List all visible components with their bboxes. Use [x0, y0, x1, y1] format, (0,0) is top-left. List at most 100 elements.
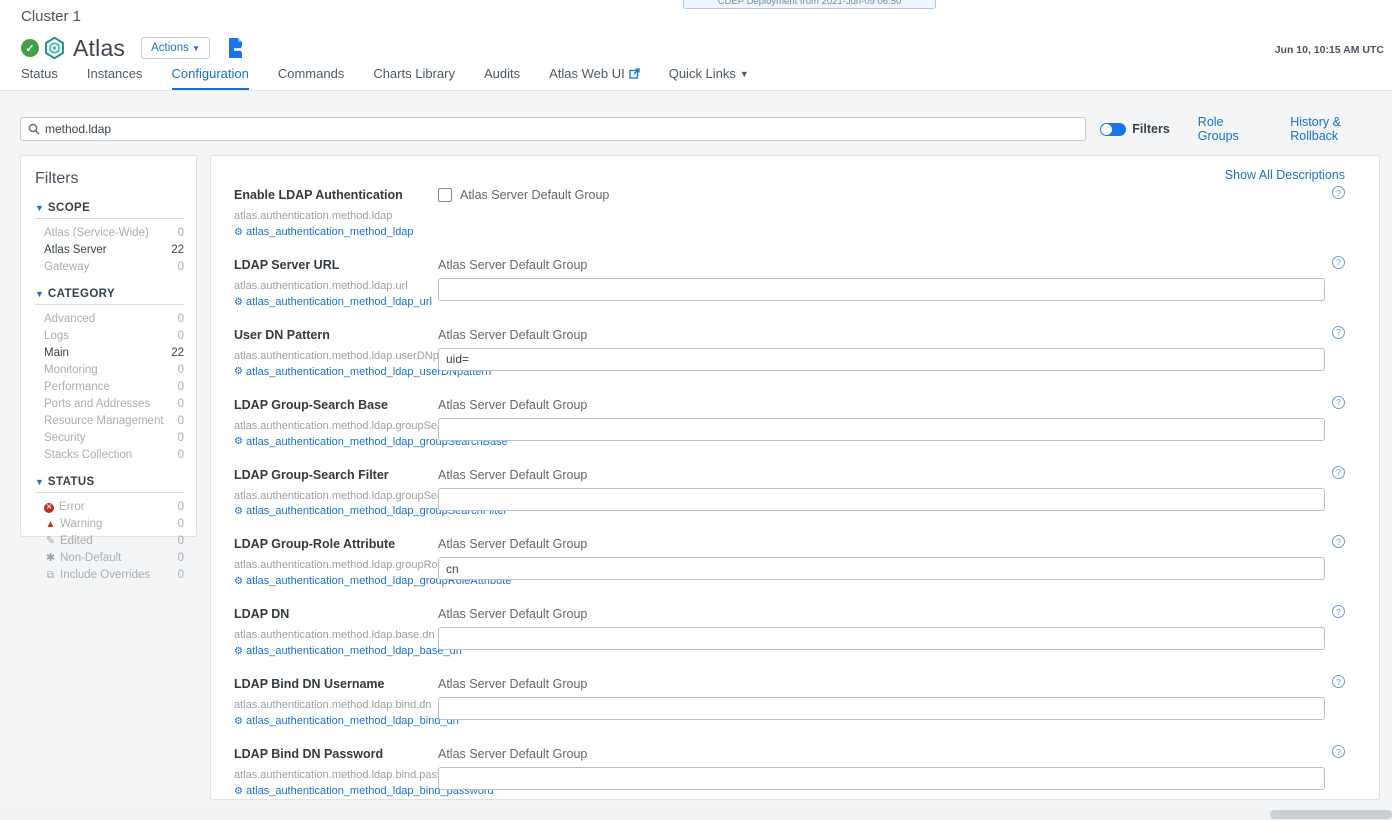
sidebar-item-warning[interactable]: ▲Warning0 [44, 516, 184, 533]
filter-section-header[interactable]: ▼CATEGORY [35, 288, 184, 305]
export-client-config-icon[interactable] [226, 37, 246, 59]
config-api-name-link[interactable]: ⚙atlas_authentication_method_ldap_groupS… [234, 435, 438, 451]
help-icon[interactable]: ? [1332, 466, 1345, 479]
show-all-descriptions-link[interactable]: Show All Descriptions [234, 168, 1345, 182]
tab-audits[interactable]: Audits [484, 66, 520, 88]
filter-section-header[interactable]: ▼STATUS [35, 476, 184, 493]
filter-section-title: SCOPE [48, 202, 90, 214]
filter-section-header[interactable]: ▼ SCOPE [35, 202, 184, 219]
help-icon[interactable]: ? [1332, 675, 1345, 688]
config-title: LDAP Group-Search Base [234, 398, 438, 412]
sidebar-item-performance[interactable]: Performance0 [44, 379, 184, 396]
config-widget: Atlas Server Default Group [438, 186, 1325, 241]
config-api-name-link[interactable]: ⚙atlas_authentication_method_ldap_bind_p… [234, 784, 438, 800]
help-icon[interactable]: ? [1332, 326, 1345, 339]
sidebar-item-non-default[interactable]: ✱Non-Default0 [44, 550, 184, 567]
config-api-name-link[interactable]: ⚙atlas_authentication_method_ldap_groupR… [234, 574, 438, 590]
config-api-name-link[interactable]: ⚙atlas_authentication_method_ldap [234, 225, 438, 241]
config-value-input[interactable] [438, 767, 1325, 790]
help-icon[interactable]: ? [1332, 605, 1345, 618]
help-icon[interactable]: ? [1332, 745, 1345, 758]
filter-item-count: 0 [178, 362, 184, 379]
config-property-name: atlas.authentication.method.ldap.groupRo… [234, 558, 438, 574]
sidebar-item-include-overrides[interactable]: ⧉Include Overrides0 [44, 567, 184, 584]
config-property-name: atlas.authentication.method.ldap.url [234, 279, 438, 295]
tab-charts-library[interactable]: Charts Library [373, 66, 455, 88]
help-icon[interactable]: ? [1332, 256, 1345, 269]
config-row-user-dn-pattern: User DN Patternatlas.authentication.meth… [234, 326, 1345, 381]
tab-configuration[interactable]: Configuration [172, 66, 249, 91]
sidebar-item-gateway[interactable]: Gateway0 [44, 259, 184, 276]
sidebar-item-error[interactable]: ✕Error0 [44, 499, 184, 516]
sidebar-item-logs[interactable]: Logs0 [44, 328, 184, 345]
role-groups-link[interactable]: Role Groups [1198, 115, 1262, 143]
config-row-ldap-group-search-base: LDAP Group-Search Base atlas.authenticati… [234, 396, 1345, 451]
page-title: Atlas [73, 35, 125, 62]
help-icon[interactable]: ? [1332, 186, 1345, 199]
horizontal-scrollbar-thumb[interactable] [1270, 810, 1392, 819]
checkbox[interactable] [438, 188, 452, 202]
tab-status[interactable]: Status [21, 66, 58, 88]
config-widget: Atlas Server Default Group [438, 396, 1325, 451]
breadcrumb-cluster[interactable]: Cluster 1 [21, 8, 81, 25]
config-api-name-link[interactable]: ⚙atlas_authentication_method_ldap_base_d… [234, 644, 438, 660]
help-icon[interactable]: ? [1332, 535, 1345, 548]
config-widget: Atlas Server Default Group [438, 535, 1325, 590]
role-group-label: Atlas Server Default Group [438, 468, 1325, 482]
gear-icon: ⚙ [234, 575, 243, 590]
sidebar-item-security[interactable]: Security0 [44, 430, 184, 447]
tab-instances[interactable]: Instances [87, 66, 143, 88]
filter-section-status: ▼STATUS ✕Error0▲Warning0✎Edited0✱Non-Defa… [35, 476, 184, 584]
gear-icon: ⚙ [234, 715, 243, 730]
config-value-input[interactable] [438, 418, 1325, 441]
filter-item-count: 0 [178, 447, 184, 464]
sidebar-item-main[interactable]: Main22 [44, 345, 184, 362]
sidebar-item-stacks-collection[interactable]: Stacks Collection0 [44, 447, 184, 464]
chevron-down-icon: ▼ [35, 478, 44, 487]
actions-button[interactable]: Actions ▼ [141, 37, 210, 59]
sidebar-item-atlas-server[interactable]: Atlas Server22 [44, 242, 184, 259]
warning-icon: ▲ [44, 516, 57, 533]
config-api-name-link[interactable]: ⚙atlas_authentication_method_ldap_bind_d… [234, 714, 438, 730]
chevron-down-icon: ▼ [35, 204, 44, 213]
role-group-label: Atlas Server Default Group [438, 747, 1325, 761]
tab-quick-links[interactable]: Quick Links▼ [669, 66, 749, 88]
config-value-input[interactable] [438, 627, 1325, 650]
config-row-enable-ldap-authentication: Enable LDAP Authenticationatlas.authenti… [234, 186, 1345, 241]
sidebar-item-monitoring[interactable]: Monitoring0 [44, 362, 184, 379]
sidebar-item-advanced[interactable]: Advanced0 [44, 311, 184, 328]
config-label-block: LDAP Bind DN Passwordatlas.authenticatio… [234, 745, 438, 800]
help-column: ? [1325, 256, 1345, 311]
config-value-input[interactable] [438, 557, 1325, 580]
history-rollback-link[interactable]: History & Rollback [1290, 115, 1384, 143]
config-value-input[interactable] [438, 697, 1325, 720]
config-value-input[interactable] [438, 488, 1325, 511]
config-value-input[interactable] [438, 278, 1325, 301]
sidebar-item-ports-and-addresses[interactable]: Ports and Addresses0 [44, 396, 184, 413]
api-name-text: atlas_authentication_method_ldap_bind_dn [246, 714, 459, 730]
role-group-label: Atlas Server Default Group [438, 607, 1325, 621]
config-value-input[interactable] [438, 348, 1325, 371]
config-label-block: LDAP Group-Role Attributeatlas.authentic… [234, 535, 438, 590]
help-column: ? [1325, 605, 1345, 660]
sidebar-item-atlas-service-wide[interactable]: Atlas (Service-Wide)0 [44, 225, 184, 242]
search-input[interactable] [45, 122, 1078, 136]
config-property-name: atlas.authentication.method.ldap.groupSe… [234, 419, 438, 435]
config-api-name-link[interactable]: ⚙atlas_authentication_method_ldap_userDN… [234, 365, 438, 381]
config-property-name: atlas.authentication.method.ldap.bind.dn [234, 698, 438, 714]
sidebar-item-resource-management[interactable]: Resource Management0 [44, 413, 184, 430]
tab-label: Quick Links [669, 66, 736, 81]
tab-commands[interactable]: Commands [278, 66, 344, 88]
filter-item-label: Atlas (Service-Wide) [44, 225, 149, 242]
help-icon[interactable]: ? [1332, 396, 1345, 409]
config-widget: Atlas Server Default Group [438, 256, 1325, 311]
config-row-ldap-bind-dn-username: LDAP Bind DN Usernameatlas.authenticatio… [234, 675, 1345, 730]
config-api-name-link[interactable]: ⚙atlas_authentication_method_ldap_url [234, 295, 438, 311]
gear-icon: ⚙ [234, 505, 243, 520]
config-api-name-link[interactable]: ⚙atlas_authentication_method_ldap_groupS… [234, 504, 438, 520]
tab-label: Status [21, 66, 58, 81]
filters-toggle[interactable] [1100, 123, 1126, 136]
tab-atlas-web-ui[interactable]: Atlas Web UI [549, 66, 640, 88]
sidebar-item-edited[interactable]: ✎Edited0 [44, 533, 184, 550]
tab-label: Charts Library [373, 66, 455, 81]
